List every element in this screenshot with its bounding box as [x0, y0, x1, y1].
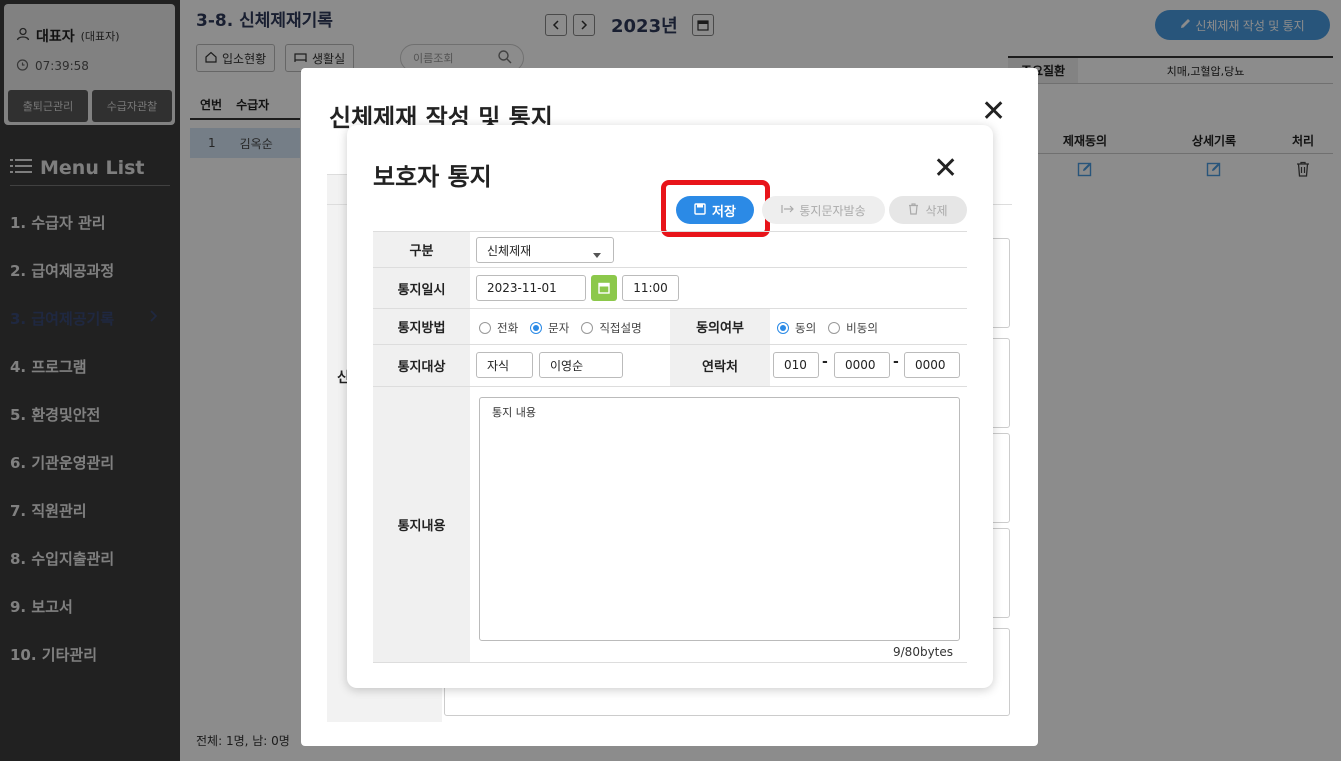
category-select[interactable]: 신체제재: [476, 237, 614, 263]
send-sms-button[interactable]: 통지문자발송: [762, 196, 885, 224]
consent-radio-group: 동의 비동의: [777, 320, 878, 336]
radio-in-person-label: 직접설명: [599, 321, 642, 335]
byte-counter: 9/80bytes: [893, 645, 954, 659]
date-input[interactable]: 2023-11-01: [476, 275, 586, 301]
phone-part2-input[interactable]: 0000: [834, 352, 890, 378]
row-target-contact: 통지대상 자식 이영순 연락처 010 - 0000 - 0000: [373, 345, 967, 387]
guardian-notice-modal: 보호자 통지 ✕ 저장 통지문자발송 삭제 구분 신체제재 통지일시 2023-…: [347, 125, 993, 688]
close-icon[interactable]: ✕: [981, 94, 1006, 129]
guardian-name-input[interactable]: 이영순: [539, 352, 623, 378]
content-label: 통지내용: [373, 387, 470, 662]
consent-label: 동의여부: [670, 309, 770, 344]
radio-agree[interactable]: [777, 322, 789, 334]
delete-label: 삭제: [925, 203, 948, 218]
category-value: 신체제재: [487, 243, 532, 258]
radio-sms[interactable]: [530, 322, 543, 334]
radio-disagree[interactable]: [828, 322, 841, 334]
radio-disagree-label: 비동의: [846, 321, 878, 335]
category-label: 구분: [373, 232, 470, 267]
row-method-consent: 통지방법 전화 문자 직접설명 동의여부 동의 비동의: [373, 309, 967, 345]
time-input[interactable]: 11:00: [622, 275, 679, 301]
phone-part3-input[interactable]: 0000: [904, 352, 960, 378]
contact-label: 연락처: [670, 345, 770, 386]
radio-in-person[interactable]: [581, 322, 594, 334]
phone-separator: -: [822, 354, 828, 370]
radio-agree-label: 동의: [795, 321, 817, 335]
phone-separator: -: [893, 354, 899, 370]
delete-button[interactable]: 삭제: [889, 196, 967, 224]
calendar-icon: [598, 279, 610, 298]
send-sms-label: 통지문자발송: [799, 203, 866, 218]
row-category: 구분 신체제재: [373, 232, 967, 268]
method-label: 통지방법: [373, 309, 470, 344]
trash-icon: [908, 202, 919, 218]
dropdown-caret-icon: [593, 247, 601, 261]
calendar-picker-button[interactable]: [591, 275, 617, 301]
send-arrow-icon: [781, 203, 795, 217]
method-radio-group: 전화 문자 직접설명: [479, 320, 642, 336]
target-label: 통지대상: [373, 345, 470, 386]
phone-part1-input[interactable]: 010: [773, 352, 819, 378]
guardian-notice-title: 보호자 통지: [373, 163, 492, 191]
content-textarea[interactable]: 통지 내용: [479, 397, 960, 641]
close-icon[interactable]: ✕: [933, 151, 958, 186]
row-datetime: 통지일시 2023-11-01 11:00: [373, 268, 967, 309]
radio-phone[interactable]: [479, 322, 491, 334]
radio-phone-label: 전화: [497, 321, 519, 335]
row-content: 통지내용 통지 내용 9/80bytes: [373, 387, 967, 663]
save-highlight-box: [661, 180, 770, 237]
relation-input[interactable]: 자식: [476, 352, 533, 378]
radio-sms-label: 문자: [548, 321, 570, 335]
datetime-label: 통지일시: [373, 268, 470, 308]
